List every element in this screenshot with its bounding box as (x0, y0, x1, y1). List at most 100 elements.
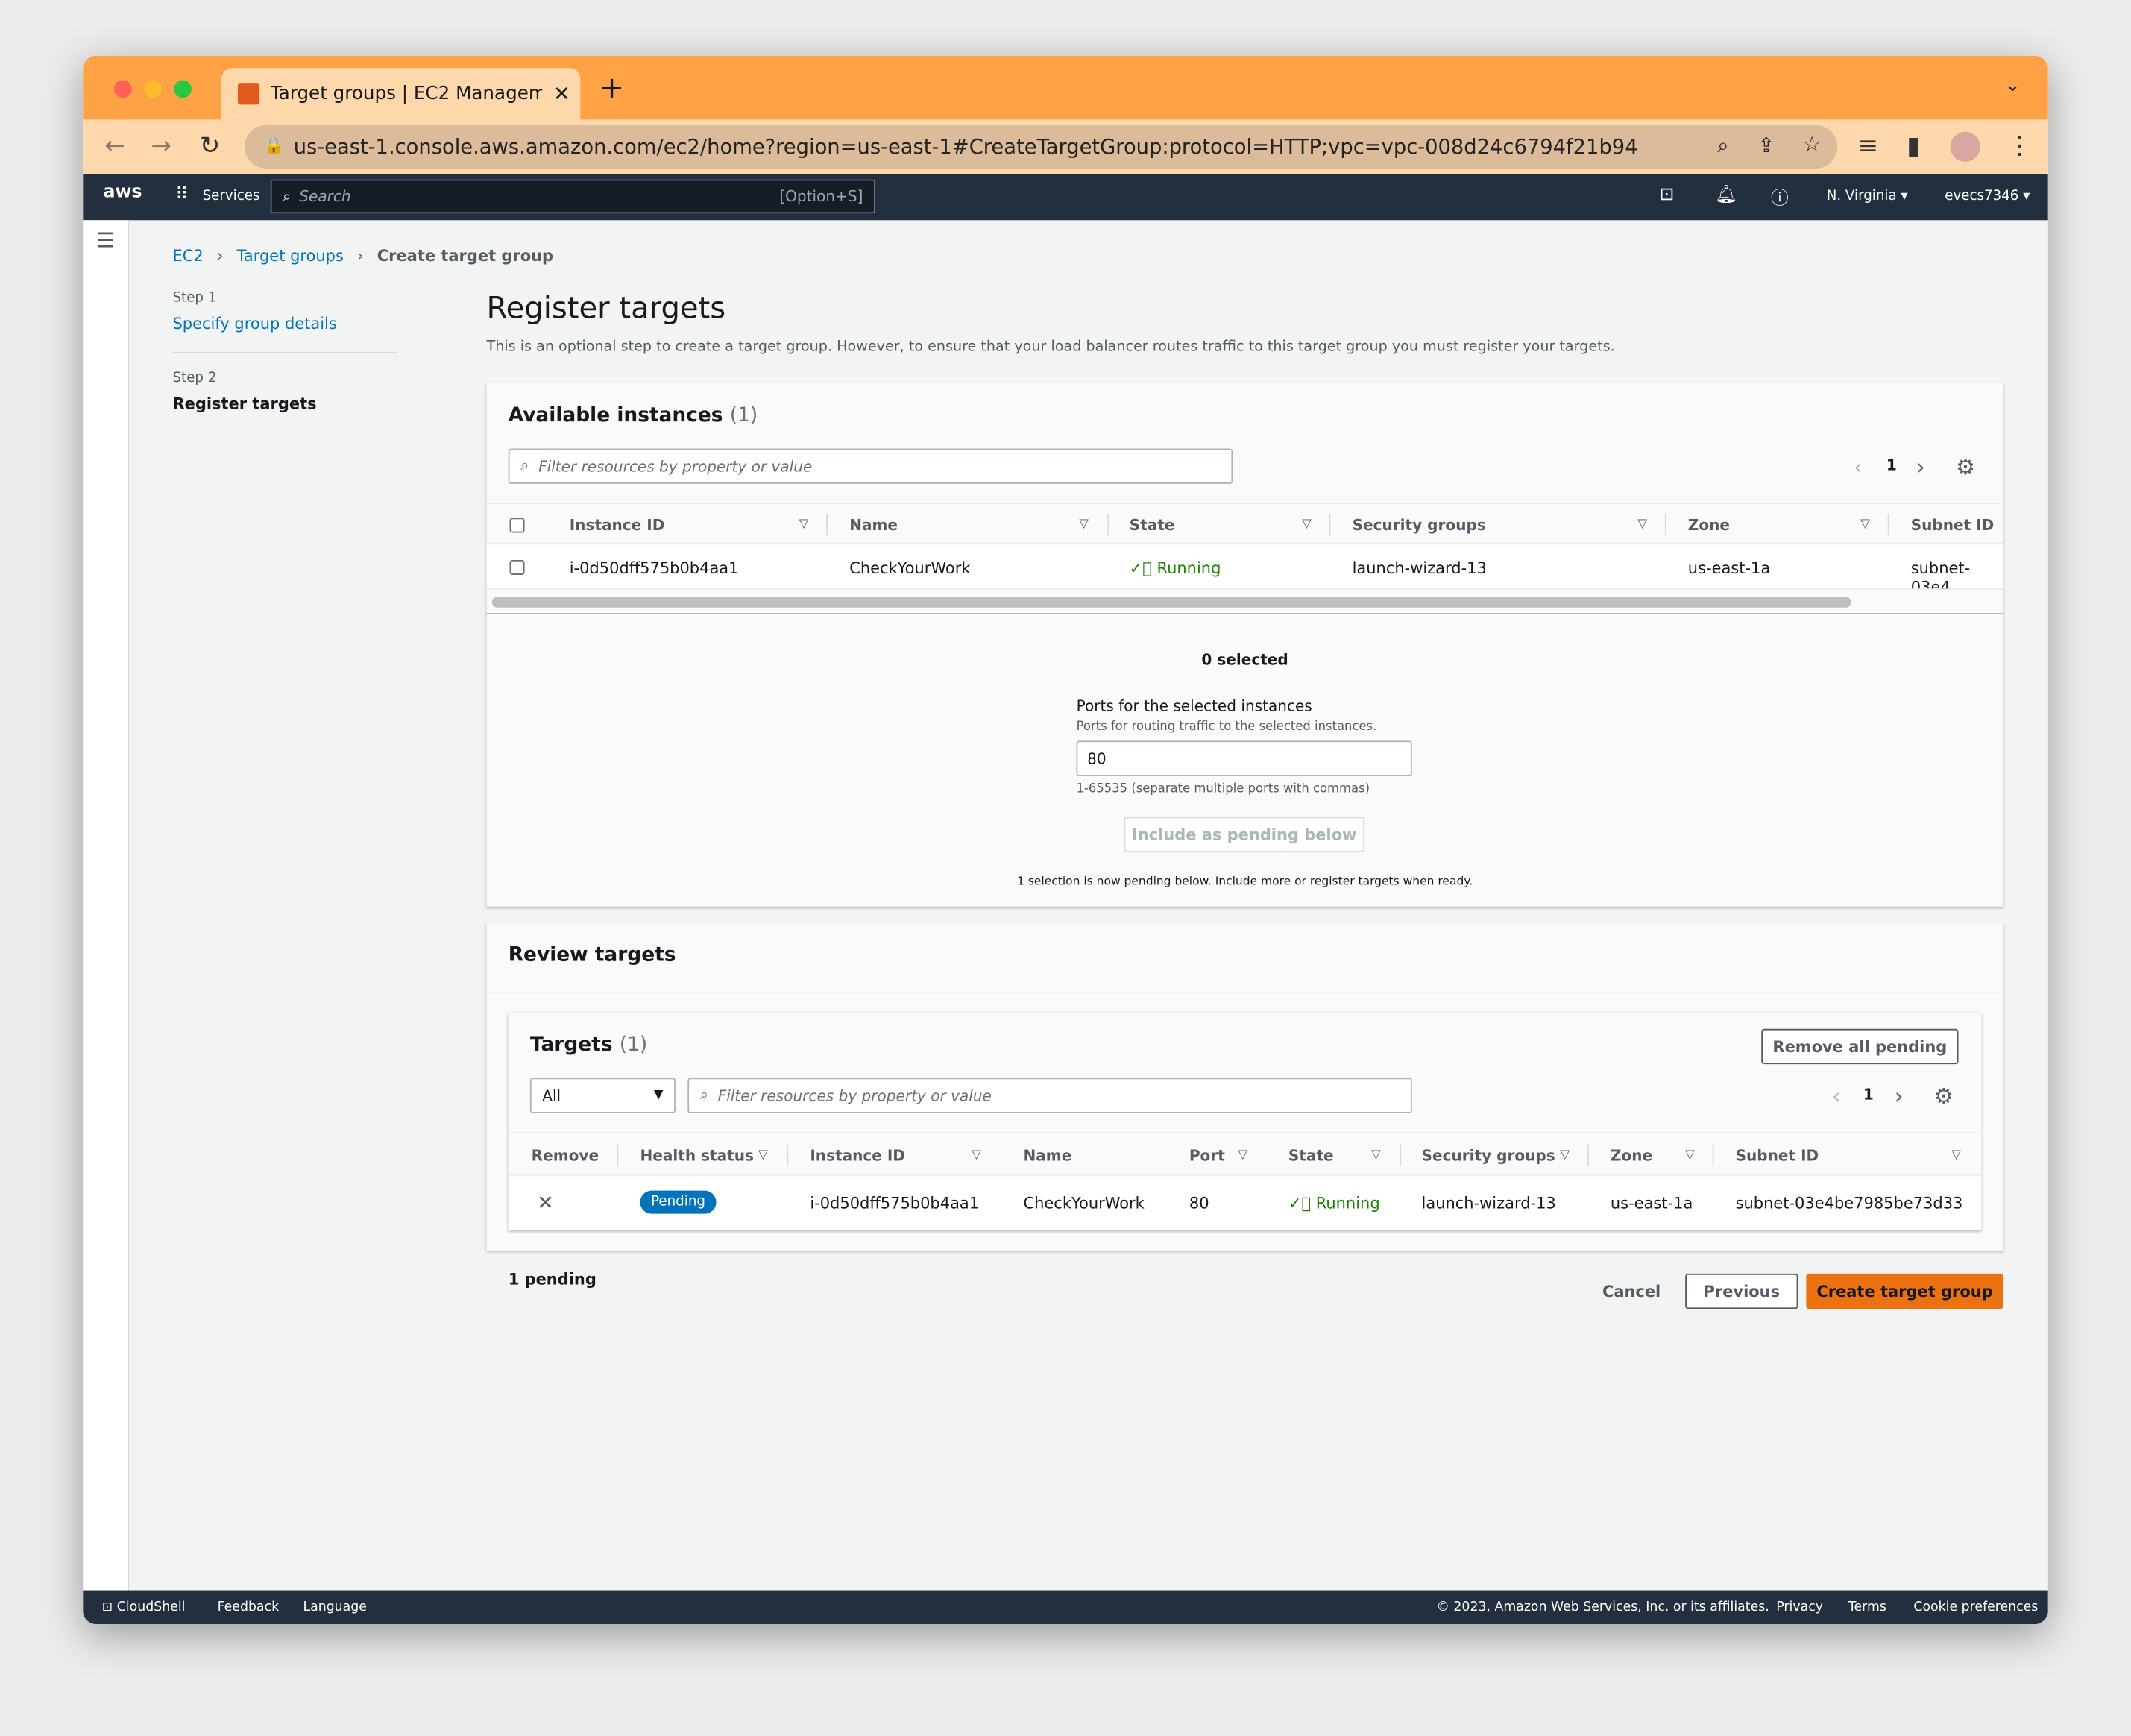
filter-targets-input[interactable]: ⌕ Filter resources by property or value (687, 1078, 1412, 1113)
privacy-link[interactable]: Privacy (1776, 1600, 1823, 1614)
tab-bar: Target groups | EC2 Manageme ✕ + ⌄ (83, 55, 2048, 120)
menu-kebab-icon[interactable]: ⋮ (2007, 132, 2032, 160)
sidepanel-icon[interactable]: ▮ (1907, 132, 1920, 160)
col-security-groups[interactable]: Security groups (1353, 517, 1486, 535)
zoom-icon[interactable]: ⌕ (1717, 133, 1728, 158)
review-targets-header: Review targets (508, 944, 676, 966)
col-instance-id[interactable]: Instance ID (810, 1147, 905, 1165)
search-placeholder: Search (299, 187, 351, 206)
services-grid-icon[interactable]: ⠿ (175, 185, 188, 205)
close-tab-icon[interactable]: ✕ (553, 81, 570, 106)
breadcrumb-target-groups[interactable]: Target groups (237, 246, 344, 265)
hamburger-menu-icon[interactable]: ☰ (96, 228, 115, 253)
pending-badge: Pending (640, 1190, 717, 1214)
previous-page-icon[interactable]: ‹ (1854, 454, 1863, 480)
row-checkbox[interactable] (509, 559, 525, 576)
page-number[interactable]: 1 (1886, 456, 1897, 474)
step-1-number: Step 1 (172, 291, 217, 306)
col-state[interactable]: State (1288, 1147, 1334, 1165)
services-menu[interactable]: Services (203, 189, 260, 204)
sort-icon[interactable]: ▽ (799, 518, 809, 531)
create-target-group-button[interactable]: Create target group (1806, 1273, 2003, 1309)
col-security-groups[interactable]: Security groups (1422, 1147, 1555, 1165)
remove-all-pending-button[interactable]: Remove all pending (1761, 1028, 1959, 1065)
notifications-bell-icon[interactable]: 🔔︎ (1715, 185, 1737, 205)
cloudshell-link[interactable]: ⊡ CloudShell (102, 1600, 186, 1614)
sort-icon: ▽ (758, 1148, 768, 1163)
cloudshell-icon: ⊡ (101, 1600, 113, 1615)
include-as-pending-button[interactable]: Include as pending below (1124, 817, 1364, 852)
col-name[interactable]: Name (1023, 1147, 1071, 1165)
browser-tab[interactable]: Target groups | EC2 Manageme ✕ (221, 68, 581, 120)
search-icon: ⌕ (520, 456, 529, 475)
profile-avatar[interactable] (1950, 131, 1980, 162)
cancel-button[interactable]: Cancel (1602, 1282, 1661, 1301)
maximize-window-button[interactable] (174, 80, 192, 98)
col-zone[interactable]: Zone (1688, 517, 1730, 535)
cloudshell-icon[interactable]: ⊡ (1660, 185, 1675, 205)
sort-icon[interactable]: ▽ (1637, 518, 1647, 531)
page-number[interactable]: 1 (1863, 1086, 1874, 1104)
settings-gear-icon[interactable]: ⚙ (1956, 454, 1975, 480)
back-icon[interactable]: ← (104, 132, 125, 160)
horizontal-scrollbar[interactable] (491, 597, 1851, 608)
bookmark-star-icon[interactable]: ☆ (1803, 132, 1822, 157)
sort-icon[interactable]: ▽ (1860, 518, 1870, 531)
col-subnet-id[interactable]: Subnet ID (1911, 517, 1995, 535)
forward-icon[interactable]: → (151, 132, 171, 160)
cookie-preferences-link[interactable]: Cookie preferences (1913, 1600, 2038, 1614)
account-menu[interactable]: evecs7346 ▾ (1945, 189, 2030, 204)
terms-link[interactable]: Terms (1848, 1600, 1886, 1614)
aws-logo[interactable]: aws (104, 182, 142, 202)
help-icon[interactable]: ⓘ (1771, 183, 1789, 209)
sort-icon: ▽ (1685, 1148, 1695, 1163)
search-input[interactable]: ⌕ Search [Option+S] (270, 179, 875, 214)
previous-page-icon[interactable]: ‹ (1832, 1084, 1841, 1110)
sort-icon[interactable]: ▽ (1302, 518, 1312, 531)
col-subnet-id[interactable]: Subnet ID (1736, 1147, 1819, 1165)
col-instance-id[interactable]: Instance ID (570, 517, 665, 535)
copyright: © 2023, Amazon Web Services, Inc. or its… (1436, 1600, 1769, 1615)
new-tab-icon[interactable]: + (599, 72, 625, 107)
reload-icon[interactable]: ↻ (200, 132, 221, 160)
step-1-link[interactable]: Specify group details (172, 314, 397, 333)
col-health-status[interactable]: Health status (640, 1147, 753, 1165)
tab-list-chevron-icon[interactable]: ⌄ (2004, 75, 2020, 96)
previous-button[interactable]: Previous (1685, 1273, 1798, 1309)
subnet-id: subnet-03e4 (1910, 559, 1971, 591)
next-page-icon[interactable]: › (1916, 454, 1925, 480)
ports-hint: 1-65535 (separate multiple ports with co… (1076, 782, 1370, 797)
media-icon[interactable]: ≡ (1858, 132, 1879, 160)
col-state[interactable]: State (1130, 517, 1175, 535)
next-page-icon[interactable]: › (1895, 1084, 1904, 1110)
share-icon[interactable]: ⇪ (1758, 133, 1775, 158)
minimize-window-button[interactable] (144, 80, 162, 98)
settings-gear-icon[interactable]: ⚙ (1934, 1084, 1954, 1110)
table-row[interactable]: i-0d50dff575b0b4aa1 CheckYourWork ✓⃝ Run… (486, 544, 2003, 591)
instance-name: CheckYourWork (1023, 1193, 1145, 1213)
health-filter-select[interactable]: All ▼ (529, 1078, 676, 1113)
remove-x-icon[interactable]: ✕ (537, 1191, 554, 1215)
col-zone[interactable]: Zone (1611, 1147, 1652, 1165)
url-bar[interactable]: 🔒 us-east-1.console.aws.amazon.com/ec2/h… (245, 125, 1838, 169)
ports-input[interactable]: 80 (1076, 740, 1412, 776)
search-icon: ⌕ (283, 186, 292, 205)
region-selector[interactable]: N. Virginia ▾ (1827, 189, 1908, 204)
close-window-button[interactable] (114, 80, 132, 98)
feedback-link[interactable]: Feedback (218, 1600, 279, 1614)
breadcrumb-current: Create target group (377, 245, 554, 265)
breadcrumb: EC2 › Target groups › Create target group (172, 246, 553, 265)
sort-icon: ▽ (1371, 1148, 1381, 1163)
col-name[interactable]: Name (849, 517, 898, 535)
aws-favicon-icon (237, 83, 260, 105)
language-link[interactable]: Language (303, 1600, 366, 1614)
address-bar-row: ← → ↻ 🔒 us-east-1.console.aws.amazon.com… (83, 119, 2048, 174)
filter-instances-input[interactable]: ⌕ Filter resources by property or value (508, 448, 1233, 484)
sort-icon[interactable]: ▽ (1079, 518, 1089, 531)
state-running: ✓⃝ Running (1288, 1193, 1380, 1213)
select-all-checkbox[interactable] (509, 518, 525, 533)
breadcrumb-ec2[interactable]: EC2 (172, 246, 203, 265)
chevron-right-icon: › (216, 245, 224, 265)
targets-header: Targets (1) (529, 1034, 648, 1057)
col-port[interactable]: Port (1189, 1147, 1225, 1165)
